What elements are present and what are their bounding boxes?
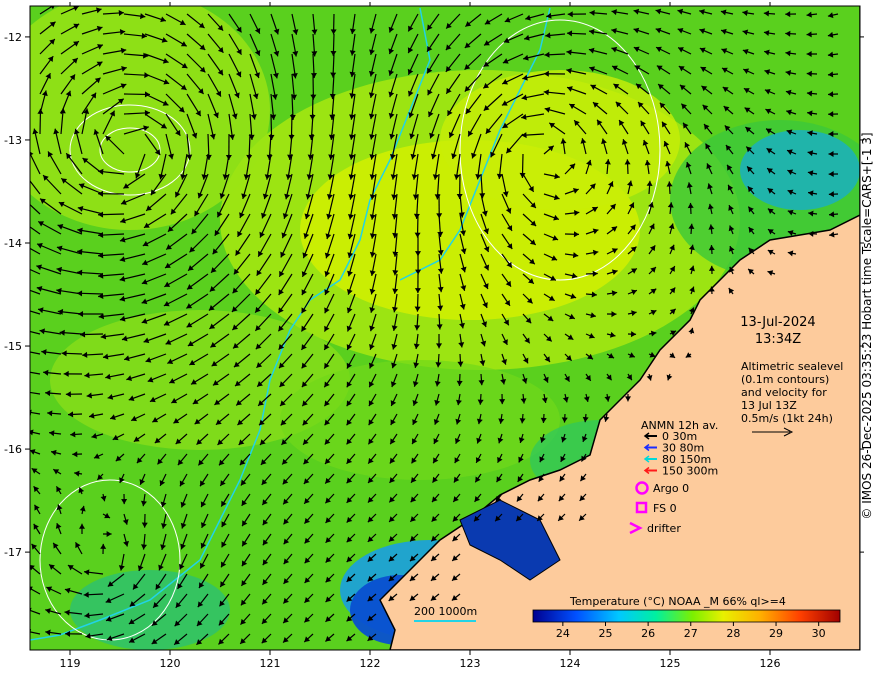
lat-tick-label: -12 [4, 31, 22, 44]
lon-tick-label: 126 [760, 657, 781, 670]
velocity-arrow-head [23, 369, 28, 375]
lat-tick-label: -17 [4, 546, 22, 559]
lon-tick-label: 119 [60, 657, 81, 670]
isobath-label: 200 1000m [414, 605, 477, 618]
lon-tick-label: 121 [260, 657, 281, 670]
colorbar-tick-label: 24 [556, 627, 570, 640]
velocity-arrow-head [17, 263, 23, 268]
info-line: and velocity for [741, 386, 827, 399]
symbol-label: drifter [647, 522, 681, 535]
velocity-arrow-head [19, 219, 25, 224]
colorbar [532, 609, 841, 623]
velocity-arrow-head [20, 327, 26, 333]
copyright-side-label: © IMOS 26-Dec-2025 03:35:23 Hobart time … [860, 6, 874, 646]
velocity-arrow-head [21, 196, 27, 202]
colorbar-tick-label: 29 [769, 627, 783, 640]
info-line: (0.1m contours) [741, 373, 829, 386]
symbol-label: FS 0 [653, 502, 677, 515]
lat-tick-label: -13 [4, 134, 22, 147]
lon-tick-label: 124 [560, 657, 581, 670]
lon-tick-label: 125 [660, 657, 681, 670]
velocity-arrow-head [18, 306, 24, 312]
map-date: 13-Jul-2024 [740, 315, 815, 330]
velocity-arrow-head [24, 389, 29, 395]
info-line: 13 Jul 13Z [741, 399, 797, 412]
lon-tick-label: 120 [160, 657, 181, 670]
colorbar-tick-label: 26 [641, 627, 655, 640]
lat-tick-label: -15 [4, 340, 22, 353]
map-time: 13:34Z [755, 332, 801, 347]
copyright-text: © IMOS 26-Dec-2025 03:35:23 Hobart time … [860, 132, 874, 520]
symbol-label: Argo 0 [653, 482, 689, 495]
lon-tick-label: 122 [360, 657, 381, 670]
info-line: 0.5m/s (1kt 24h) [741, 412, 833, 425]
info-line: Altimetric sealevel [741, 360, 843, 373]
lat-tick-label: -14 [4, 237, 22, 250]
colorbar-tick-label: 28 [726, 627, 740, 640]
colorbar-title: Temperature (°C) NOAA _M 66% ql>=4 [569, 595, 786, 608]
sst-map: 119 120 121 122 123 124 125 126 -12 -13 -14 -15 -16… [4, 2, 864, 670]
lon-tick-label: 123 [460, 657, 481, 670]
velocity-arrow-head [24, 173, 29, 179]
velocity-arrow-head [18, 285, 24, 291]
legend-label: 150 300m [662, 465, 718, 478]
lat-tick-label: -16 [4, 443, 22, 456]
colorbar-tick-label: 30 [812, 627, 826, 640]
colorbar-tick-label: 25 [598, 627, 612, 640]
colorbar-tick-label: 27 [684, 627, 698, 640]
